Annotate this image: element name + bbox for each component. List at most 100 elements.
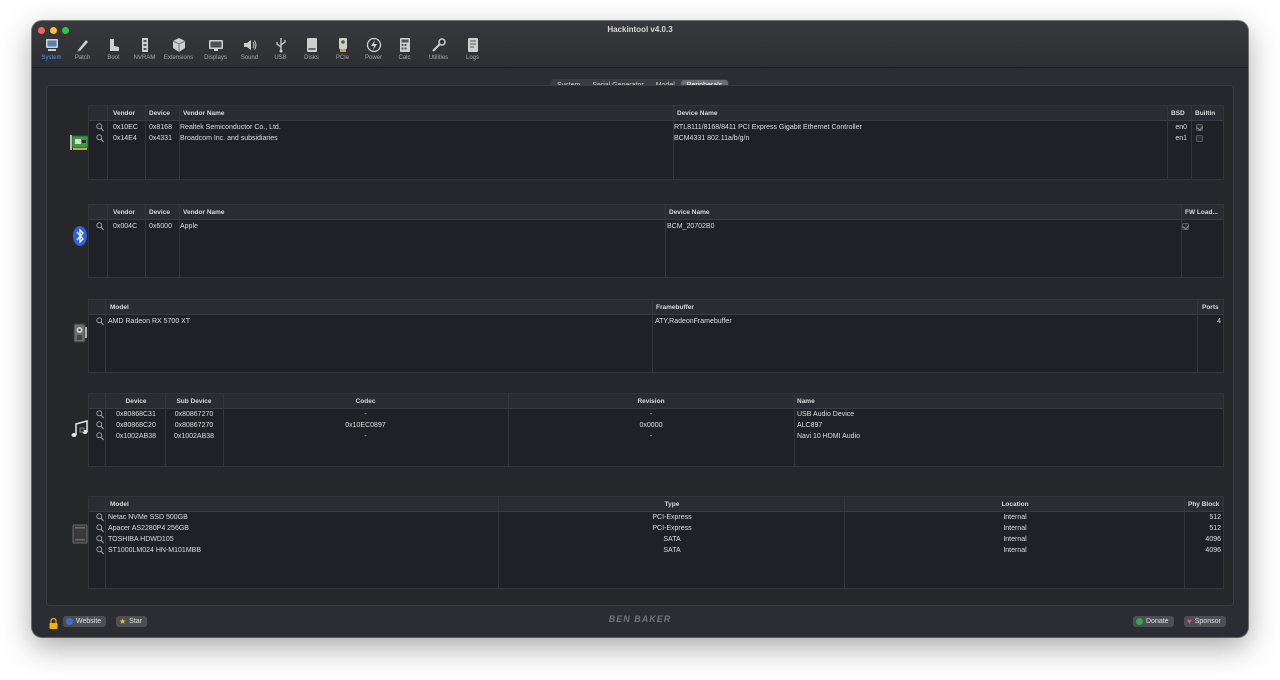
cell-location: Internal <box>1003 514 1027 521</box>
col-bsd[interactable]: BSD <box>1168 106 1192 121</box>
usb-icon <box>273 37 289 53</box>
builtin-checkbox[interactable] <box>1196 135 1203 142</box>
toolbar-label: Boot <box>107 55 120 61</box>
cell-name: Navi 10 HDMI Audio <box>797 433 861 440</box>
cell-vendor-name: Apple <box>180 223 198 230</box>
col-framebuffer[interactable]: Framebuffer <box>653 300 1199 315</box>
inspect-magnifier-icon[interactable] <box>96 222 104 231</box>
toolbar-nvram-button[interactable]: NVRAM <box>129 37 160 67</box>
extensions-icon <box>171 37 187 53</box>
toolbar-label: System <box>41 55 62 61</box>
inspect-magnifier-icon[interactable] <box>96 410 104 419</box>
toolbar-disks-button[interactable]: Disks <box>296 37 327 67</box>
inspect-magnifier-icon[interactable] <box>96 546 104 555</box>
patch-icon <box>75 37 91 53</box>
toolbar-boot-button[interactable]: Boot <box>98 37 129 67</box>
cell-device-name: BCM4331 802.11a/b/g/n <box>674 135 750 142</box>
col-location[interactable]: Location <box>845 497 1185 512</box>
col-device[interactable]: Device <box>146 106 180 121</box>
cell-location: Internal <box>1003 536 1027 543</box>
inspect-magnifier-icon[interactable] <box>96 317 104 326</box>
fw_load-checkbox[interactable] <box>1182 223 1189 230</box>
col-vendor[interactable]: Vendor <box>110 106 146 121</box>
graphics-table: Model Framebuffer Ports AMD Radeon RX 57… <box>88 299 1224 373</box>
cell-bsd: en1 <box>1175 135 1187 142</box>
storage-table-row[interactable]: Netac NVMe SSD 500GB PCI-Express Internal 5… <box>89 512 1223 523</box>
col-fw-load[interactable]: FW Load... <box>1182 205 1225 220</box>
utilities-icon <box>431 37 447 53</box>
hackintool-window: Hackintool v4.0.3 System Patch Boot NVRAM Ex… <box>32 21 1248 637</box>
network-table-header: Vendor Device Vendor Name Device Name BS… <box>89 106 1223 121</box>
toolbar-utilities-button[interactable]: Utilities <box>420 37 457 67</box>
inspect-magnifier-icon[interactable] <box>96 513 104 522</box>
toolbar-patch-button[interactable]: Patch <box>67 37 98 67</box>
system-icon <box>44 37 60 53</box>
storage-table-row[interactable]: Apacer AS2280P4 256GB PCI-Express Internal… <box>89 523 1223 534</box>
sponsor-button[interactable]: ♥ Sponsor <box>1184 616 1226 627</box>
col-codec[interactable]: Codec <box>223 394 508 409</box>
col-builtin[interactable]: Builtin <box>1192 106 1225 121</box>
toolbar-system-button[interactable]: System <box>36 37 67 67</box>
toolbar-extensions-button[interactable]: Extensions <box>160 37 197 67</box>
toolbar-logs-button[interactable]: Logs <box>457 37 488 67</box>
col-sub-device[interactable]: Sub Device <box>165 394 223 409</box>
cell-phy-block: 512 <box>1209 514 1221 521</box>
network-table-row[interactable]: 0x10EC 0x8168 Realtek Semiconductor Co., L… <box>89 122 1223 133</box>
cell-device-name: RTL8111/8168/8411 PCI Express Gigabit Et… <box>674 124 862 131</box>
toolbar-displays-button[interactable]: Displays <box>197 37 234 67</box>
col-revision[interactable]: Revision <box>508 394 794 409</box>
graphics-table-row[interactable]: AMD Radeon RX 5700 XT ATY,RadeonFramebuff… <box>89 316 1223 327</box>
col-vendor-name[interactable]: Vendor Name <box>180 106 674 121</box>
toolbar-sound-button[interactable]: Sound <box>234 37 265 67</box>
toolbar-calc-button[interactable]: Calc <box>389 37 420 67</box>
col-device-name[interactable]: Device Name <box>674 106 1168 121</box>
toolbar-usb-button[interactable]: USB <box>265 37 296 67</box>
cell-phy-block: 4096 <box>1205 547 1221 554</box>
donate-button[interactable]: Donate <box>1133 616 1174 627</box>
col-type[interactable]: Type <box>499 497 845 512</box>
col-device-name[interactable]: Device Name <box>666 205 1182 220</box>
cell-revision: - <box>649 411 653 418</box>
inspect-magnifier-icon[interactable] <box>96 421 104 430</box>
cell-device: 0x1002AB38 <box>115 433 157 440</box>
audio-table-row[interactable]: 0x80868C20 0x80867270 0x10EC0897 0x0000 ALC8… <box>89 420 1223 431</box>
inspect-magnifier-icon[interactable] <box>96 134 104 143</box>
toolbar-pcie-button[interactable]: PCIe <box>327 37 358 67</box>
col-model[interactable]: Model <box>107 300 653 315</box>
cell-vendor: 0x10EC <box>113 124 138 131</box>
inspect-magnifier-icon[interactable] <box>96 535 104 544</box>
cell-type: SATA <box>663 536 681 543</box>
storage-table-row[interactable]: TOSHIBA HDWD105 SATA Internal 4096 <box>89 534 1223 545</box>
inspect-magnifier-icon[interactable] <box>96 524 104 533</box>
audio-table-row[interactable]: 0x1002AB38 0x1002AB38 - - Navi 10 HDMI Audio <box>89 431 1223 442</box>
col-vendor-name[interactable]: Vendor Name <box>180 205 666 220</box>
pcie-icon <box>335 37 351 53</box>
cell-vendor-name: Realtek Semiconductor Co., Ltd. <box>180 124 281 131</box>
inspect-magnifier-icon[interactable] <box>96 123 104 132</box>
col-ports[interactable]: Ports <box>1199 300 1225 315</box>
col-device[interactable]: Device <box>107 394 165 409</box>
cell-model: AMD Radeon RX 5700 XT <box>108 318 191 325</box>
col-device[interactable]: Device <box>146 205 180 220</box>
bluetooth-table-row[interactable]: 0x004C 0x6000 Apple BCM_20702B0 <box>89 221 1223 232</box>
cell-codec: 0x10EC0897 <box>345 422 386 429</box>
cell-bsd: en0 <box>1175 124 1187 131</box>
sound-icon <box>242 37 258 53</box>
cell-vendor: 0x14E4 <box>113 135 137 142</box>
peripherals-content: Vendor Device Vendor Name Device Name BS… <box>46 85 1234 606</box>
col-phy-block[interactable]: Phy Block <box>1185 497 1225 512</box>
col-model[interactable]: Model <box>107 497 499 512</box>
col-vendor[interactable]: Vendor <box>110 205 146 220</box>
cell-device: 0x4331 <box>149 135 172 142</box>
audio-table-row[interactable]: 0x80868C31 0x80867270 - - USB Audio Device <box>89 409 1223 420</box>
cell-name: ALC897 <box>797 422 823 429</box>
network-table-row[interactable]: 0x14E4 0x4331 Broadcom Inc. and subsidiari… <box>89 133 1223 144</box>
cell-framebuffer: ATY,RadeonFramebuffer <box>655 318 732 325</box>
col-name[interactable]: Name <box>794 394 1225 409</box>
toolbar-power-button[interactable]: Power <box>358 37 389 67</box>
cell-sub-device: 0x1002AB38 <box>173 433 215 440</box>
builtin-checkbox[interactable] <box>1196 124 1203 131</box>
cell-codec: - <box>364 411 367 418</box>
inspect-magnifier-icon[interactable] <box>96 432 104 441</box>
storage-table-row[interactable]: ST1000LM024 HN-M101MBB SATA Internal 4096 <box>89 545 1223 556</box>
